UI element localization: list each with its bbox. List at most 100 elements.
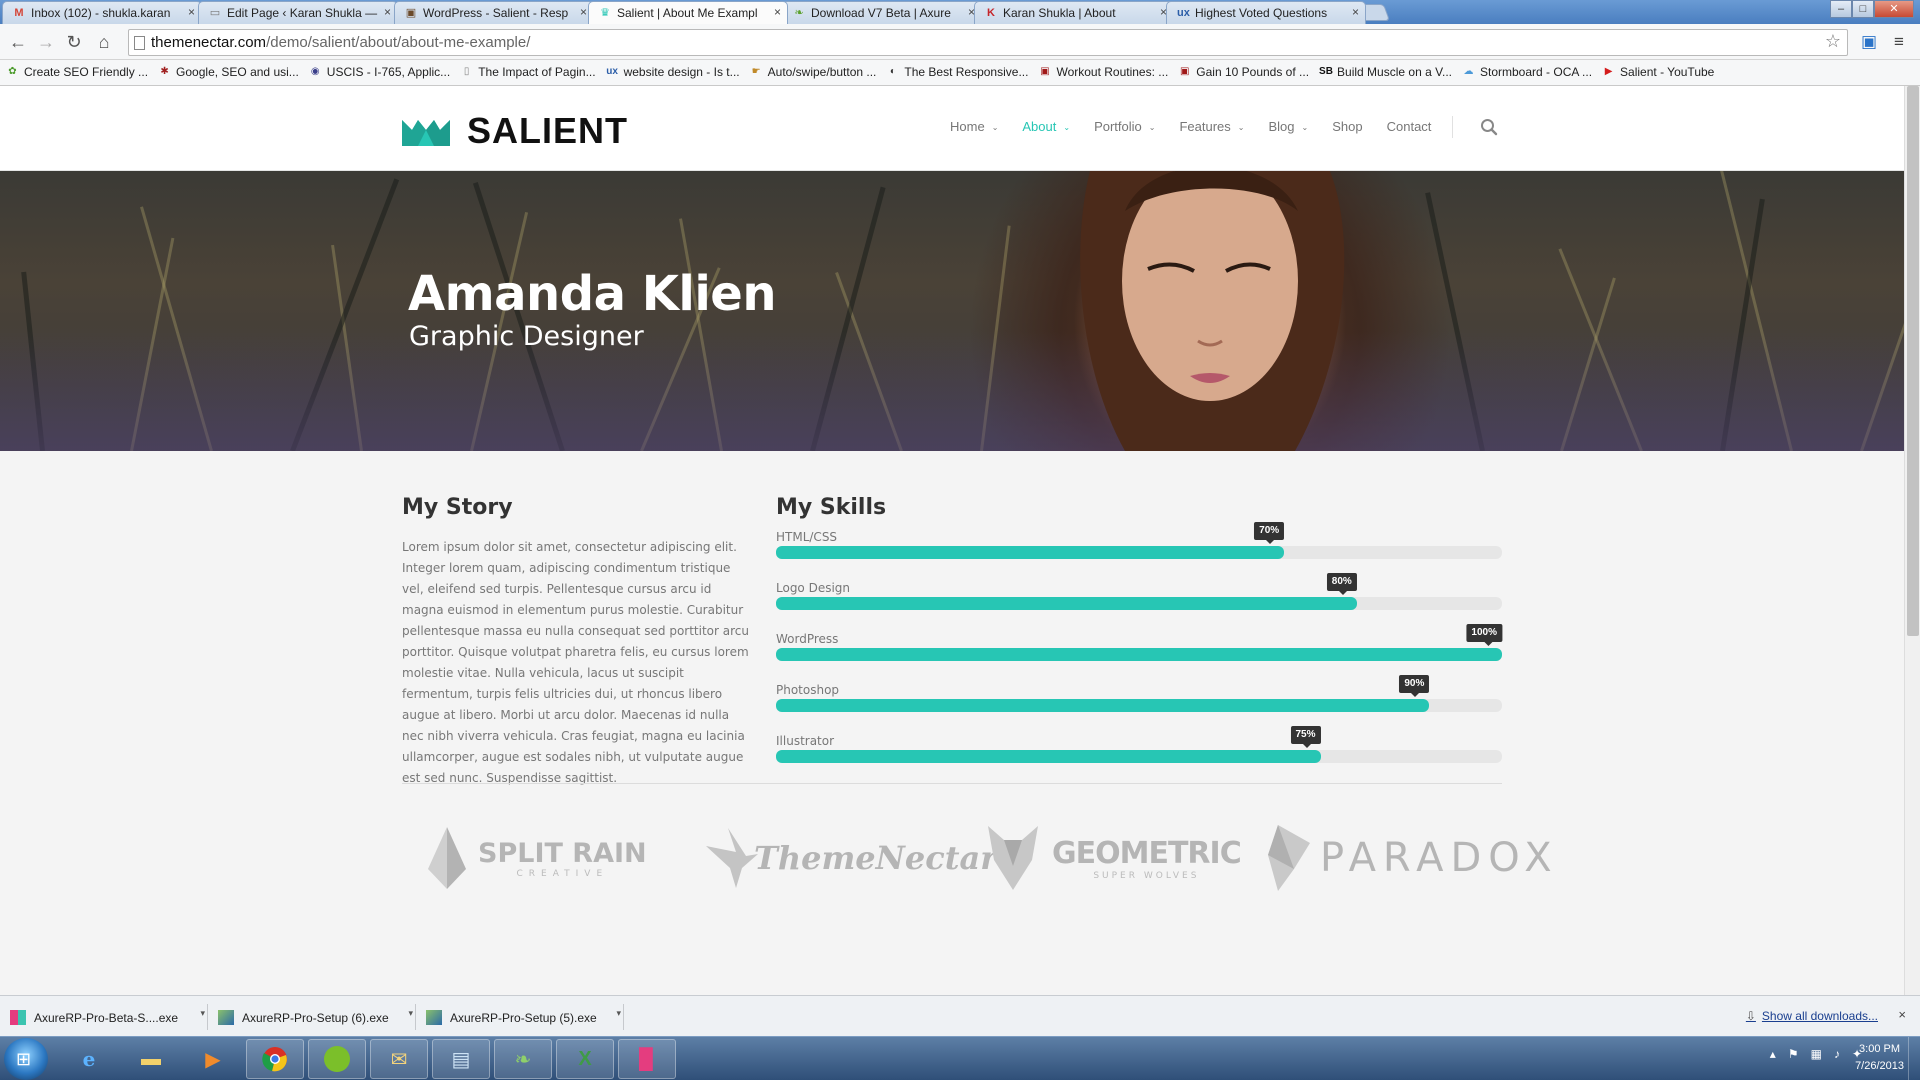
browser-toolbar: ← → ↻ ⌂ themenectar.com/demo/salient/abo…	[0, 24, 1920, 60]
download-options-icon[interactable]: ▾	[200, 1008, 205, 1019]
home-button[interactable]: ⌂	[92, 30, 116, 54]
bookmark-item[interactable]: ▶ Salient - YouTube	[1602, 60, 1724, 85]
browser-tab[interactable]: ▭ Edit Page ‹ Karan Shukla — ×	[198, 1, 398, 24]
browser-tab-strip: – □ ✕ M Inbox (102) - shukla.karan × ▭ Edit …	[0, 0, 1920, 24]
skill-percent-badge: 90%	[1399, 675, 1430, 697]
browser-tab[interactable]: M Inbox (102) - shukla.karan ×	[2, 1, 202, 24]
nav-label: Shop	[1332, 119, 1363, 134]
chrome-menu-icon[interactable]: ≡	[1888, 31, 1910, 53]
show-all-downloads-link[interactable]: ⇩ Show all downloads...	[1746, 1009, 1878, 1023]
close-tab-icon[interactable]: ×	[580, 5, 587, 19]
minimize-button[interactable]: –	[1830, 0, 1852, 18]
start-button[interactable]: ⊞	[4, 1038, 48, 1080]
about-content: My Story Lorem ipsum dolor sit amet, con…	[0, 451, 1904, 995]
bookmark-item[interactable]: ◐ The Best Responsive...	[886, 60, 1038, 85]
nav-item-contact[interactable]: Contact	[1387, 119, 1432, 134]
bookmark-item[interactable]: ☛ Auto/swipe/button ...	[750, 60, 887, 85]
ie-icon[interactable]: e	[60, 1039, 118, 1079]
search-icon[interactable]	[1480, 118, 1498, 136]
bookmark-item[interactable]: ✱ Google, SEO and usi...	[158, 60, 309, 85]
bookmark-item[interactable]: SB Build Muscle on a V...	[1319, 60, 1462, 85]
site-header: SALIENT Home ⌄ About ⌄ Portfolio ⌄ Features ⌄ Bl…	[0, 86, 1904, 171]
chrome-icon[interactable]	[246, 1039, 304, 1079]
browser-tab[interactable]: K Karan Shukla | About ×	[974, 1, 1174, 24]
back-button[interactable]: ←	[6, 30, 30, 54]
show-hidden-icons[interactable]: ▴	[1770, 1047, 1776, 1061]
bookmark-item[interactable]: ▣ Gain 10 Pounds of ...	[1178, 60, 1319, 85]
scrollbar-thumb[interactable]	[1907, 86, 1919, 636]
tab-title: Highest Voted Questions	[1195, 6, 1328, 20]
close-tab-icon[interactable]: ×	[1352, 5, 1359, 19]
download-item[interactable]: AxureRP-Pro-Setup (6).exe ▾	[208, 1004, 416, 1030]
close-shelf-icon[interactable]: ×	[1898, 1007, 1906, 1022]
bookmark-item[interactable]: ▯ The Impact of Pagin...	[460, 60, 605, 85]
browser-tab[interactable]: ▣ WordPress - Salient - Resp ×	[394, 1, 594, 24]
show-desktop-button[interactable]	[1908, 1037, 1920, 1080]
close-window-button[interactable]: ✕	[1874, 0, 1914, 18]
page-scrollbar[interactable]	[1904, 86, 1920, 995]
outlook-icon[interactable]: ✉	[370, 1039, 428, 1079]
bookmark-star-icon[interactable]: ☆	[1825, 31, 1841, 52]
hand-icon: ☛	[751, 66, 761, 77]
circle-icon: ◐	[889, 66, 896, 77]
browser-tab[interactable]: ♛ Salient | About Me Exampl ×	[588, 1, 788, 24]
cast-extension-icon[interactable]: ▣	[1858, 31, 1880, 53]
muscle-icon: ▣	[1180, 66, 1190, 77]
chevron-down-icon: ⌄	[991, 123, 999, 132]
network-icon[interactable]: ▦	[1811, 1047, 1822, 1061]
nav-item-portfolio[interactable]: Portfolio ⌄	[1094, 119, 1155, 134]
bookmark-item[interactable]: ✿ Create SEO Friendly ...	[6, 60, 158, 85]
maximize-button[interactable]: □	[1852, 0, 1874, 18]
browser-tab[interactable]: ❧ Download V7 Beta | Axure ×	[782, 1, 982, 24]
axure-icon[interactable]: ❧	[494, 1039, 552, 1079]
reload-button[interactable]: ↻	[62, 30, 86, 54]
download-options-icon[interactable]: ▾	[616, 1008, 621, 1019]
tab-title: WordPress - Salient - Resp	[423, 6, 569, 20]
nav-item-blog[interactable]: Blog ⌄	[1269, 119, 1309, 134]
client-logo-geometric[interactable]: GEOMETRIC SUPER WOLVES	[988, 823, 1242, 893]
nav-item-features[interactable]: Features ⌄	[1179, 119, 1244, 134]
close-tab-icon[interactable]: ×	[774, 5, 781, 19]
url-path: /demo/salient/about/about-me-example/	[266, 34, 531, 51]
download-item[interactable]: AxureRP-Pro-Beta-S....exe ▾	[0, 1004, 208, 1030]
action-center-flag-icon[interactable]: ⚑	[1788, 1047, 1799, 1061]
download-item[interactable]: AxureRP-Pro-Setup (5).exe ▾	[416, 1004, 624, 1030]
site-logo[interactable]: SALIENT	[402, 110, 628, 152]
nav-item-shop[interactable]: Shop	[1332, 119, 1362, 134]
tab-title: Edit Page ‹ Karan Shukla —	[227, 6, 378, 20]
bookmark-item[interactable]: ▣ Workout Routines: ...	[1038, 60, 1178, 85]
forward-button[interactable]: →	[34, 30, 58, 54]
bookmark-item[interactable]: ◉ USCIS - I-765, Applic...	[309, 60, 460, 85]
close-tab-icon[interactable]: ×	[384, 5, 391, 19]
bookmark-item[interactable]: ☁ Stormboard - OCA ...	[1462, 60, 1602, 85]
nav-item-about[interactable]: About ⌄	[1022, 119, 1070, 134]
home-icon: ⌂	[98, 32, 110, 52]
media-player-icon[interactable]: ▶	[184, 1039, 242, 1079]
chevron-down-icon: ⌄	[1063, 123, 1071, 132]
notepad-icon[interactable]: ▤	[432, 1039, 490, 1079]
nav-item-home[interactable]: Home ⌄	[950, 119, 998, 134]
my-skills-heading: My Skills	[776, 495, 887, 520]
axure-beta-icon[interactable]: ▉	[618, 1039, 676, 1079]
download-options-icon[interactable]: ▾	[408, 1008, 413, 1019]
address-bar[interactable]: themenectar.com/demo/salient/about/about…	[128, 29, 1848, 56]
bird-logo-icon	[706, 828, 758, 888]
spotify-icon[interactable]	[308, 1039, 366, 1079]
bookmarks-bar: ✿ Create SEO Friendly ... ✱ Google, SEO and…	[0, 60, 1920, 86]
browser-tab[interactable]: ux Highest Voted Questions ×	[1166, 1, 1366, 24]
clock-date: 7/26/2013	[1855, 1060, 1904, 1072]
skill-row: Photoshop 90%	[776, 675, 1502, 719]
client-logo-paradox[interactable]: PARADOX	[1268, 823, 1559, 893]
client-name: GEOMETRIC	[1052, 835, 1242, 871]
client-logo-split-rain[interactable]: SPLIT RAIN CREATIVE	[428, 823, 647, 893]
skill-percent-badge: 100%	[1466, 624, 1502, 646]
excel-icon[interactable]: X	[556, 1039, 614, 1079]
client-logo-themenectar[interactable]: ThemeNectar	[706, 823, 997, 893]
close-tab-icon[interactable]: ×	[188, 5, 195, 19]
explorer-icon[interactable]: ▬	[122, 1039, 180, 1079]
volume-icon[interactable]: ♪	[1834, 1047, 1840, 1061]
nav-label: About	[1022, 119, 1057, 134]
bookmark-item[interactable]: ux website design - Is t...	[606, 60, 750, 85]
taskbar-clock[interactable]: 3:00 PM 7/26/2013	[1855, 1041, 1904, 1075]
page-icon: ▯	[463, 66, 470, 77]
